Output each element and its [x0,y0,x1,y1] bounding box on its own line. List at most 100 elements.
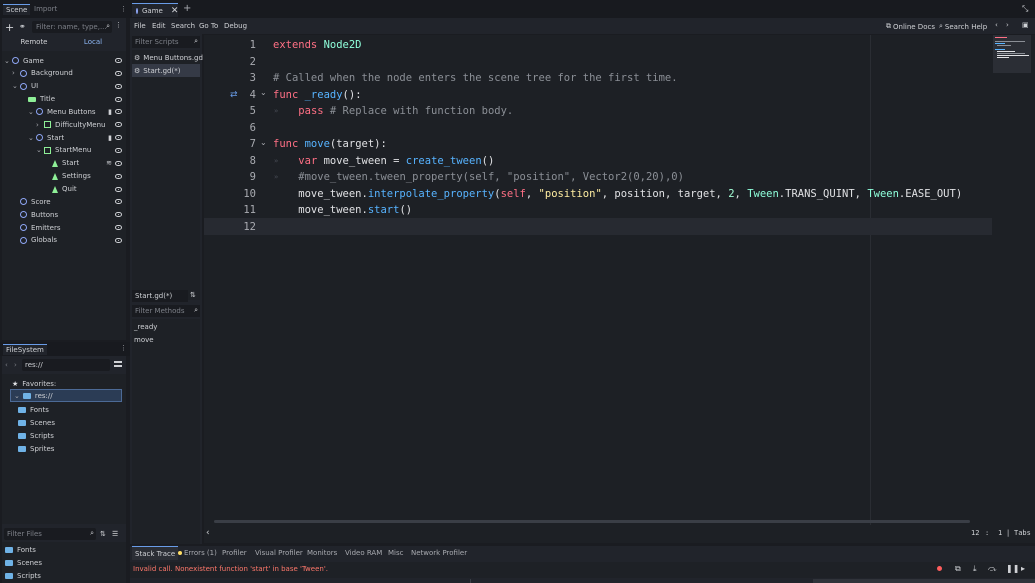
split-divider[interactable] [470,579,471,583]
pause-icon[interactable]: ❚❚ [1006,564,1019,573]
menu-debug[interactable]: Debug [224,22,247,30]
scene-tree-node[interactable]: Score [2,195,126,208]
menu-goto[interactable]: Go To [199,22,218,30]
fold-arrow-icon[interactable]: ⌄ [260,88,267,97]
code-line[interactable]: #move_tween.tween_property(self, "positi… [273,171,684,183]
dock-menu-icon[interactable]: ⋮ [120,5,127,13]
scene-filter-input[interactable]: Filter: name, type,... ⌕ [32,21,112,33]
fs-folder-item[interactable]: Fonts [18,403,49,416]
visibility-eye-icon[interactable] [115,173,122,179]
fs-list-item[interactable]: Scripts [5,569,41,582]
tab-errors[interactable]: Errors (1) [178,546,217,560]
prev-script-icon[interactable]: ‹ [995,21,998,29]
fs-list-item[interactable]: Fonts [5,543,36,556]
visibility-eye-icon[interactable] [115,160,122,166]
chevron-down-icon[interactable]: ⌄ [28,108,36,116]
tab-scene[interactable]: Scene [3,4,31,15]
visibility-eye-icon[interactable] [115,212,122,218]
split-view-icon[interactable] [114,361,122,367]
scene-tree-node[interactable]: › DifficultyMenu [2,118,126,131]
code-line[interactable]: extends Node2D [273,39,362,51]
filter-methods-input[interactable]: Filter Methods ⌕ [132,305,200,317]
visibility-eye-icon[interactable] [115,122,122,128]
script-file-item[interactable]: ⚙ Menu Buttons.gd [134,51,203,64]
search-help-button[interactable]: ⌕ Search Help [939,22,987,31]
visibility-eye-icon[interactable] [115,199,122,205]
chevron-down-icon[interactable]: ⌄ [28,134,36,142]
chevron-right-icon[interactable]: › [36,121,44,129]
horizontal-scrollbar[interactable] [214,520,970,523]
path-field[interactable]: res:// [22,359,110,371]
tab-network-profiler[interactable]: Network Profiler [411,546,467,560]
continue-icon[interactable]: ▸ [1021,564,1025,573]
fs-list-item[interactable]: Scenes [5,556,42,569]
minimap[interactable] [993,35,1031,73]
scene-tree-node[interactable]: Start ≋ [2,157,126,170]
filter-files-input[interactable]: Filter Files ⌕ [4,528,96,540]
script-file-item[interactable]: ⚙ Start.gd(*) [132,64,200,77]
code-line[interactable]: move_tween.interpolate_property(self, "p… [273,188,962,200]
tab-game[interactable]: Game ✕ [132,3,178,17]
code-line[interactable]: pass # Replace with function body. [273,105,513,117]
chevron-down-icon[interactable]: ⌄ [36,146,44,154]
visibility-eye-icon[interactable] [115,186,122,192]
link-icon[interactable]: ⚭ [19,22,26,31]
menu-search[interactable]: Search [171,22,195,30]
scene-tree-node[interactable]: Buttons [2,208,126,221]
scene-tree-node[interactable]: Quit [2,183,126,196]
scene-tree-node[interactable]: Globals [2,234,126,247]
tab-stack-trace[interactable]: Stack Trace [132,546,179,560]
float-window-icon[interactable]: ▣ [1022,21,1029,29]
sort-icon[interactable]: ⇅ [190,291,196,299]
step-over-icon[interactable]: ⤼ [988,564,997,574]
menu-file[interactable]: File [134,22,146,30]
scene-menu-icon[interactable]: ⋮ [115,21,122,29]
online-docs-button[interactable]: ⧉ Online Docs [886,22,935,31]
tab-video-ram[interactable]: Video RAM [345,546,382,560]
layout-icon[interactable]: ☰ [112,530,118,538]
step-into-icon[interactable]: ⤓ [973,564,977,574]
signal-icon[interactable]: ≋ [106,159,112,167]
back-icon[interactable]: ‹ [5,361,8,369]
next-script-icon[interactable]: › [1006,21,1009,29]
indent-mode-status[interactable]: Tabs [1014,529,1031,537]
distraction-free-icon[interactable]: ⤡ [1022,4,1028,14]
tab-misc[interactable]: Misc [388,546,403,560]
method-item[interactable]: move [134,333,154,346]
copy-icon[interactable]: ⧉ [955,564,961,574]
chevron-down-icon[interactable]: ⌄ [12,82,20,90]
chevron-down-icon[interactable]: ⌄ [4,57,12,65]
tab-import[interactable]: Import [34,5,57,13]
visibility-eye-icon[interactable] [115,147,122,153]
scene-tree-node[interactable]: ⌄ StartMenu [2,144,126,157]
fs-menu-icon[interactable]: ⋮ [120,344,127,352]
visibility-eye-icon[interactable] [115,70,122,76]
code-line[interactable]: # Called when the node enters the scene … [273,72,678,84]
script-icon[interactable]: ▮ [108,108,112,116]
visibility-eye-icon[interactable] [115,58,122,63]
scene-tree-node[interactable]: › Background [2,67,126,80]
code-line[interactable]: func _ready(): [273,89,362,101]
scene-tree-node[interactable]: ⌄ Game [2,54,126,67]
sort-icon[interactable]: ⇅ [100,530,106,538]
toggle-scripts-icon[interactable]: ‹ [206,528,210,538]
scene-tree-node[interactable]: Emitters [2,221,126,234]
local-tab[interactable]: Local [64,35,122,48]
scene-tree-node[interactable]: Settings [2,170,126,183]
code-editor[interactable]: 1 extends Node2D 2 3 # Called when the node … [204,35,1035,525]
remote-tab[interactable]: Remote [5,35,63,48]
method-item[interactable]: _ready [134,320,157,333]
scene-tree-node[interactable]: Title [2,93,126,106]
filter-scripts-input[interactable]: Filter Scripts ⌕ [132,36,200,48]
scene-tree-node[interactable]: ⌄ UI [2,80,126,93]
fs-folder-item[interactable]: Sprites [18,442,54,455]
method-override-icon[interactable]: ⇄ [230,90,238,100]
forward-icon[interactable]: › [14,361,17,369]
scene-tree-node[interactable]: ⌄ Menu Buttons ▮ [2,105,126,118]
fs-folder-item[interactable]: Scripts [18,429,54,442]
tab-profiler[interactable]: Profiler [222,546,247,560]
chevron-right-icon[interactable]: › [12,69,20,77]
visibility-eye-icon[interactable] [115,83,122,89]
add-node-icon[interactable]: + [5,21,14,34]
tab-filesystem[interactable]: FileSystem [3,344,47,355]
